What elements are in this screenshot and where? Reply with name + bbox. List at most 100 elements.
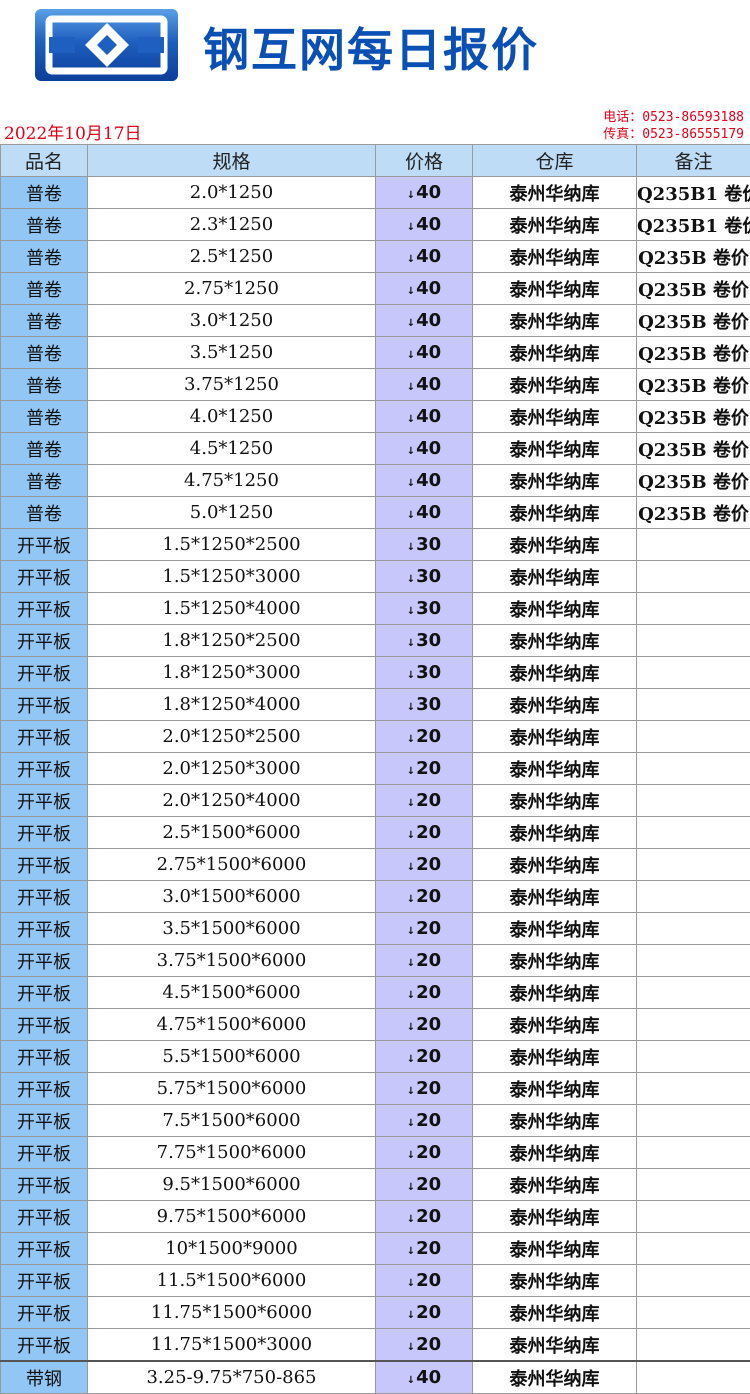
note-cell: Q235B 卷价 <box>636 496 750 529</box>
product-name-cell: 普卷 <box>0 304 88 337</box>
warehouse-cell: 泰州华纳库 <box>472 880 637 913</box>
spec-cell: 11.75*1500*3000 <box>87 1328 376 1362</box>
note-cell: Q235B 卷价 <box>636 272 750 305</box>
price-value: 20 <box>416 1206 442 1227</box>
product-name-cell: 普卷 <box>0 464 88 497</box>
price-cell: ↓20 <box>375 880 473 913</box>
product-name-cell: 开平板 <box>0 848 88 881</box>
down-arrow-icon: ↓ <box>406 1310 416 1321</box>
warehouse-cell: 泰州华纳库 <box>472 496 637 529</box>
product-name-cell: 开平板 <box>0 1008 88 1041</box>
table-row: 开平板 1.5*1250*3000 ↓30 泰州华纳库 <box>0 560 750 593</box>
table-row: 普卷 4.5*1250 ↓40 泰州华纳库 Q235B 卷价 <box>0 432 750 465</box>
price-value: 20 <box>416 726 442 747</box>
product-name-cell: 开平板 <box>0 1040 88 1073</box>
price-cell: ↓30 <box>375 592 473 625</box>
table-row: 开平板 1.5*1250*4000 ↓30 泰州华纳库 <box>0 592 750 625</box>
price-value: 40 <box>416 182 442 203</box>
price-value: 40 <box>416 1367 442 1388</box>
warehouse-cell: 泰州华纳库 <box>472 240 637 273</box>
price-cell: ↓40 <box>375 1360 473 1394</box>
product-name-cell: 开平板 <box>0 1136 88 1169</box>
warehouse-cell: 泰州华纳库 <box>472 528 637 561</box>
price-value: 40 <box>416 502 442 523</box>
price-value: 40 <box>416 470 442 491</box>
spec-cell: 3.5*1500*6000 <box>87 912 376 945</box>
warehouse-cell: 泰州华纳库 <box>472 784 637 817</box>
note-cell <box>636 912 750 945</box>
note-cell: Q235B1 卷价 <box>636 176 750 209</box>
note-cell <box>636 1360 750 1394</box>
table-row: 开平板 11.75*1500*3000 ↓20 泰州华纳库 <box>0 1328 750 1362</box>
table-row: 开平板 9.75*1500*6000 ↓20 泰州华纳库 <box>0 1200 750 1233</box>
down-arrow-icon: ↓ <box>406 574 416 585</box>
spec-cell: 5.75*1500*6000 <box>87 1072 376 1105</box>
warehouse-cell: 泰州华纳库 <box>472 752 637 785</box>
product-name-cell: 开平板 <box>0 976 88 1009</box>
spec-cell: 1.8*1250*2500 <box>87 624 376 657</box>
down-arrow-icon: ↓ <box>406 318 416 329</box>
spec-cell: 3.5*1250 <box>87 336 376 369</box>
spec-cell: 3.0*1250 <box>87 304 376 337</box>
price-cell: ↓20 <box>375 1008 473 1041</box>
table-row: 开平板 3.0*1500*6000 ↓20 泰州华纳库 <box>0 880 750 913</box>
product-name-cell: 开平板 <box>0 912 88 945</box>
price-cell: ↓30 <box>375 560 473 593</box>
price-value: 20 <box>416 1014 442 1035</box>
price-value: 20 <box>416 886 442 907</box>
note-cell <box>636 784 750 817</box>
note-cell <box>636 560 750 593</box>
note-cell <box>636 624 750 657</box>
table-row: 普卷 4.0*1250 ↓40 泰州华纳库 Q235B 卷价 <box>0 400 750 433</box>
note-cell <box>636 1200 750 1233</box>
price-cell: ↓20 <box>375 912 473 945</box>
down-arrow-icon: ↓ <box>406 382 416 393</box>
price-value: 40 <box>416 342 442 363</box>
page-header: 钢互网每日报价 <box>0 0 750 118</box>
down-arrow-icon: ↓ <box>406 766 416 777</box>
table-row: 普卷 3.0*1250 ↓40 泰州华纳库 Q235B 卷价 <box>0 304 750 337</box>
note-cell: Q235B1 卷价 <box>636 208 750 241</box>
warehouse-cell: 泰州华纳库 <box>472 1168 637 1201</box>
warehouse-cell: 泰州华纳库 <box>472 1008 637 1041</box>
warehouse-cell: 泰州华纳库 <box>472 592 637 625</box>
warehouse-cell: 泰州华纳库 <box>472 976 637 1009</box>
product-name-cell: 普卷 <box>0 240 88 273</box>
product-name-cell: 开平板 <box>0 944 88 977</box>
price-cell: ↓20 <box>375 944 473 977</box>
product-name-cell: 开平板 <box>0 592 88 625</box>
table-row: 普卷 2.3*1250 ↓40 泰州华纳库 Q235B1 卷价 <box>0 208 750 241</box>
note-cell <box>636 976 750 1009</box>
down-arrow-icon: ↓ <box>406 862 416 873</box>
note-cell: Q235B 卷价 <box>636 304 750 337</box>
down-arrow-icon: ↓ <box>406 478 416 489</box>
price-cell: ↓40 <box>375 240 473 273</box>
price-cell: ↓20 <box>375 752 473 785</box>
note-cell <box>636 1136 750 1169</box>
table-row: 开平板 7.75*1500*6000 ↓20 泰州华纳库 <box>0 1136 750 1169</box>
product-name-cell: 开平板 <box>0 528 88 561</box>
spec-cell: 2.75*1500*6000 <box>87 848 376 881</box>
down-arrow-icon: ↓ <box>406 1150 416 1161</box>
product-name-cell: 开平板 <box>0 720 88 753</box>
product-name-cell: 普卷 <box>0 176 88 209</box>
product-name-cell: 普卷 <box>0 208 88 241</box>
note-cell <box>636 592 750 625</box>
down-arrow-icon: ↓ <box>406 1054 416 1065</box>
warehouse-cell: 泰州华纳库 <box>472 432 637 465</box>
table-row: 普卷 2.5*1250 ↓40 泰州华纳库 Q235B 卷价 <box>0 240 750 273</box>
spec-cell: 5.0*1250 <box>87 496 376 529</box>
spec-cell: 1.5*1250*2500 <box>87 528 376 561</box>
note-cell: Q235B 卷价 <box>636 368 750 401</box>
table-row: 带钢 3.25-9.75*750-865 ↓40 泰州华纳库 <box>0 1360 750 1394</box>
fax-number: 传真：0523-86555179 <box>603 127 744 142</box>
product-name-cell: 开平板 <box>0 624 88 657</box>
contact-info: 电话：0523-86593188 传真：0523-86555179 <box>603 109 744 143</box>
down-arrow-icon: ↓ <box>406 734 416 745</box>
table-row: 开平板 5.5*1500*6000 ↓20 泰州华纳库 <box>0 1040 750 1073</box>
table-row: 普卷 2.75*1250 ↓40 泰州华纳库 Q235B 卷价 <box>0 272 750 305</box>
price-cell: ↓20 <box>375 816 473 849</box>
table-row: 开平板 3.5*1500*6000 ↓20 泰州华纳库 <box>0 912 750 945</box>
product-name-cell: 普卷 <box>0 272 88 305</box>
down-arrow-icon: ↓ <box>406 254 416 265</box>
